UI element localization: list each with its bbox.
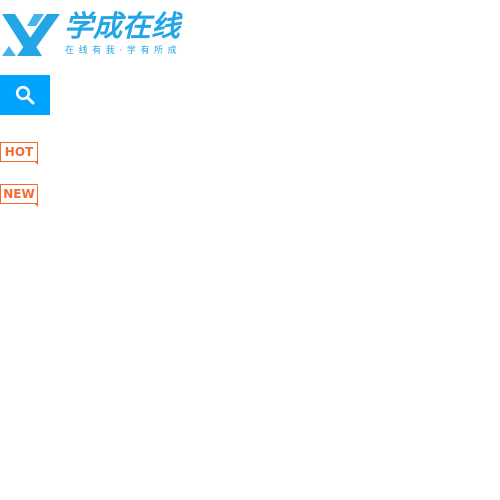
logo-title: 学成在线 <box>64 9 181 43</box>
xuecheng-x-logo-icon <box>2 14 60 56</box>
hot-tag[interactable]: HOT <box>0 142 38 165</box>
new-tag[interactable]: NEW <box>0 184 38 207</box>
search-button[interactable] <box>0 75 50 115</box>
logo-slogan: 在线有我·学有所成 <box>65 46 182 56</box>
hot-tag-corner-icon <box>34 161 38 165</box>
site-logo[interactable]: 学成在线 在线有我·学有所成 <box>0 9 200 60</box>
page: 学成在线 在线有我·学有所成 HOT NEW <box>0 0 500 500</box>
search-icon <box>15 85 35 105</box>
hot-tag-label: HOT <box>4 145 34 159</box>
new-tag-label: NEW <box>3 187 35 201</box>
new-tag-corner-icon <box>34 203 38 207</box>
